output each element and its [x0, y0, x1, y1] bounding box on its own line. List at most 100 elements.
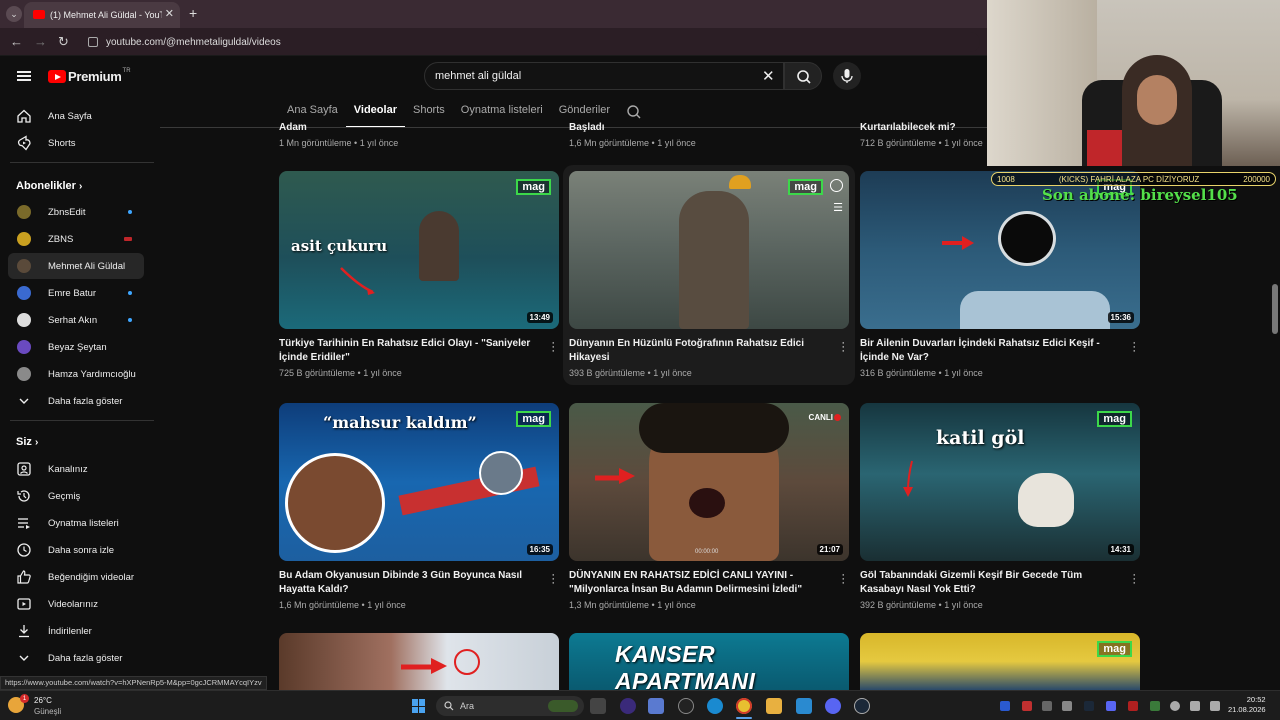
forward-icon[interactable]: → [34, 34, 47, 49]
task-view-icon[interactable] [590, 698, 606, 714]
video-thumbnail[interactable] [279, 633, 559, 690]
video-thumbnail[interactable]: mag ☰ [569, 171, 849, 329]
reload-icon[interactable]: ↻ [58, 34, 69, 50]
sidebar-item-your-videos[interactable]: Videolarınız [8, 591, 144, 617]
more-options-icon[interactable]: · · · [551, 338, 555, 357]
new-tab-button[interactable]: + [189, 5, 197, 21]
sidebar-item-your-channel[interactable]: Kanalınız [8, 456, 144, 482]
taskbar-clock[interactable]: 20:52 21.08.2026 [1228, 695, 1266, 715]
tray-icon[interactable] [1106, 701, 1116, 711]
video-title[interactable]: DÜNYANIN EN RAHATSIZ EDİCİ CANLI YAYINI … [569, 569, 825, 597]
more-options-icon[interactable]: · · · [551, 570, 555, 589]
video-title-partial[interactable]: Adam [279, 122, 307, 133]
tray-icon[interactable] [1150, 701, 1160, 711]
video-thumbnail[interactable]: asit çukuru mag 13:49 [279, 171, 559, 329]
video-title[interactable]: Bir Ailenin Duvarları İçindeki Rahatsız … [860, 337, 1116, 365]
back-icon[interactable]: ← [10, 34, 23, 49]
more-options-icon[interactable]: · · · [841, 338, 845, 357]
sidebar-divider [10, 420, 154, 421]
sidebar-sub-item[interactable]: Beyaz Şeytan [8, 334, 144, 360]
page-scrollbar-thumb[interactable] [1272, 284, 1278, 334]
tray-icon[interactable] [1062, 701, 1072, 711]
video-thumbnail[interactable]: KANSER APARTMANI [569, 633, 849, 690]
tray-icon[interactable] [1042, 701, 1052, 711]
add-to-queue-icon[interactable]: ☰ [833, 201, 843, 214]
channel-search-button[interactable] [626, 104, 642, 125]
sidebar-item-home[interactable]: Ana Sayfa [8, 103, 144, 129]
stream-goal-bar: 1008 (KICKS) FAHRİ ALAZA PC DİZİYORUZ 20… [991, 172, 1276, 186]
sidebar-sub-item[interactable]: Hamza Yardımcıoğlu [8, 361, 144, 387]
sidebar: Ana Sayfa Shorts Abonelikler › ZbnsEdit … [0, 100, 154, 690]
more-options-icon[interactable]: · · · [841, 570, 845, 589]
tab-shorts[interactable]: Shorts [405, 100, 453, 128]
app-icon[interactable] [620, 698, 636, 714]
video-title-partial[interactable]: Başladı [569, 122, 605, 133]
taskbar-search[interactable]: Ara [436, 696, 584, 716]
page-scrollbar-track[interactable] [1270, 128, 1280, 690]
video-thumbnail[interactable]: CANLI 00:00:00 21:07 [569, 403, 849, 561]
search-input[interactable]: mehmet ali güldal [424, 62, 784, 90]
search-button[interactable] [784, 62, 822, 90]
browser-tab[interactable]: (1) Mehmet Ali Güldal - YouTube ✕ [24, 2, 180, 28]
tray-icon[interactable] [1128, 701, 1138, 711]
sidebar-sub-item[interactable]: ZBNS [8, 226, 144, 252]
tab-title: (1) Mehmet Ali Güldal - YouTube [50, 10, 162, 20]
windows-start-icon[interactable] [412, 699, 426, 713]
tray-icon[interactable] [1084, 701, 1094, 711]
video-meta: 392 B görüntüleme • 1 yıl önce [860, 600, 983, 610]
video-thumbnail[interactable]: mag [860, 633, 1140, 690]
url-field[interactable]: youtube.com/@mehmetaliguldal/videos [80, 32, 980, 52]
show-more-subscriptions[interactable]: Daha fazla göster [8, 388, 144, 414]
more-options-icon[interactable]: · · · [1132, 338, 1136, 357]
chrome-icon[interactable] [736, 698, 752, 714]
search-value: mehmet ali güldal [435, 70, 522, 82]
menu-icon[interactable] [17, 71, 31, 81]
tab-list-icon[interactable]: ⌄ [6, 6, 22, 22]
video-title[interactable]: Göl Tabanındaki Gizemli Keşif Bir Gecede… [860, 569, 1116, 597]
video-title[interactable]: Dünyanın En Hüzünlü Fotoğrafının Rahatsı… [569, 337, 825, 365]
tray-icon[interactable] [1000, 701, 1010, 711]
file-explorer-icon[interactable] [766, 698, 782, 714]
tray-icon[interactable] [1022, 701, 1032, 711]
video-title-partial[interactable]: Kurtarılabilecek mi? [860, 122, 956, 133]
site-info-icon[interactable] [88, 37, 98, 47]
you-heading[interactable]: Siz › [16, 436, 38, 448]
tab-playlists[interactable]: Oynatma listeleri [453, 100, 551, 128]
subscriptions-heading[interactable]: Abonelikler › [16, 180, 82, 192]
tab-videos[interactable]: Videolar [345, 100, 405, 128]
edge-icon[interactable] [707, 698, 723, 714]
video-title[interactable]: Bu Adam Okyanusun Dibinde 3 Gün Boyunca … [279, 569, 535, 597]
watch-later-icon[interactable] [830, 179, 843, 192]
app-icon[interactable] [678, 698, 694, 714]
sidebar-item-label: Mehmet Ali Güldal [48, 260, 126, 272]
clear-search-icon[interactable]: ✕ [762, 67, 775, 85]
video-title[interactable]: Türkiye Tarihinin En Rahatsız Edici Olay… [279, 337, 535, 365]
sidebar-item-shorts[interactable]: Shorts [8, 130, 144, 156]
network-icon[interactable] [1190, 701, 1200, 711]
more-options-icon[interactable]: · · · [1132, 570, 1136, 589]
sidebar-item-playlists[interactable]: Oynatma listeleri [8, 510, 144, 536]
steam-icon[interactable] [854, 698, 870, 714]
show-more-you[interactable]: Daha fazla göster [8, 645, 144, 671]
channel-avatar [16, 339, 32, 355]
video-meta: 725 B görüntüleme • 1 yıl önce [279, 368, 402, 378]
app-icon[interactable] [648, 698, 664, 714]
sidebar-sub-item[interactable]: ZbnsEdit [8, 199, 144, 225]
sidebar-sub-item[interactable]: Emre Batur [8, 280, 144, 306]
volume-icon[interactable] [1210, 701, 1220, 711]
app-icon[interactable] [796, 698, 812, 714]
microphone-tray-icon[interactable] [1170, 701, 1180, 711]
voice-search-button[interactable] [833, 62, 861, 90]
discord-icon[interactable] [825, 698, 841, 714]
video-thumbnail[interactable]: “mahsur kaldım” mag 16:35 [279, 403, 559, 561]
sidebar-item-watch-later[interactable]: Daha sonra izle [8, 537, 144, 563]
youtube-logo[interactable]: Premium TR [48, 68, 131, 84]
sidebar-item-liked-videos[interactable]: Beğendiğim videolar [8, 564, 144, 590]
video-thumbnail[interactable]: katil göl mag 14:31 [860, 403, 1140, 561]
sidebar-sub-item[interactable]: Serhat Akın [8, 307, 144, 333]
close-tab-icon[interactable]: ✕ [165, 7, 174, 20]
sidebar-item-history[interactable]: Geçmiş [8, 483, 144, 509]
recording-timecode: 00:00:00 [695, 549, 719, 555]
sidebar-item-downloads[interactable]: İndirilenler [8, 618, 144, 644]
sidebar-sub-item-active[interactable]: Mehmet Ali Güldal [8, 253, 144, 279]
